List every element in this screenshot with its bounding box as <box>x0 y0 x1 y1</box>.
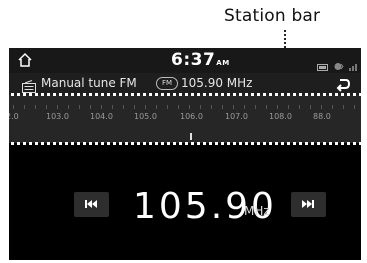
clock: 6:37AM <box>171 50 230 70</box>
main-tuner-area: 105.90 MHz <box>9 143 361 260</box>
info-row: Manual tune FM FM 105.90 MHz <box>9 73 361 95</box>
tune-mode-label: Manual tune FM <box>41 76 137 90</box>
radio-icon <box>22 78 36 93</box>
head-unit-screen: 6:37AM Manual tune FM FM 105.90 MHz .0 1… <box>9 48 361 260</box>
station-bar-highlight <box>6 93 362 145</box>
status-bar: 6:37AM <box>9 48 361 73</box>
home-icon[interactable] <box>17 52 33 68</box>
clock-ampm: AM <box>216 59 230 67</box>
seek-next-button[interactable] <box>291 192 326 217</box>
current-frequency-small: 105.90 MHz <box>181 76 253 90</box>
station-bar-callout-label: Station bar <box>224 6 321 26</box>
station-bar-highlight-edge <box>6 93 9 145</box>
skip-next-icon <box>302 200 314 208</box>
seek-previous-button[interactable] <box>74 192 109 217</box>
clock-time: 6:37 <box>171 50 216 70</box>
skip-previous-icon <box>85 200 97 208</box>
frequency-unit: MHz <box>244 204 270 218</box>
back-icon[interactable] <box>335 76 351 92</box>
band-badge: FM <box>156 77 178 90</box>
